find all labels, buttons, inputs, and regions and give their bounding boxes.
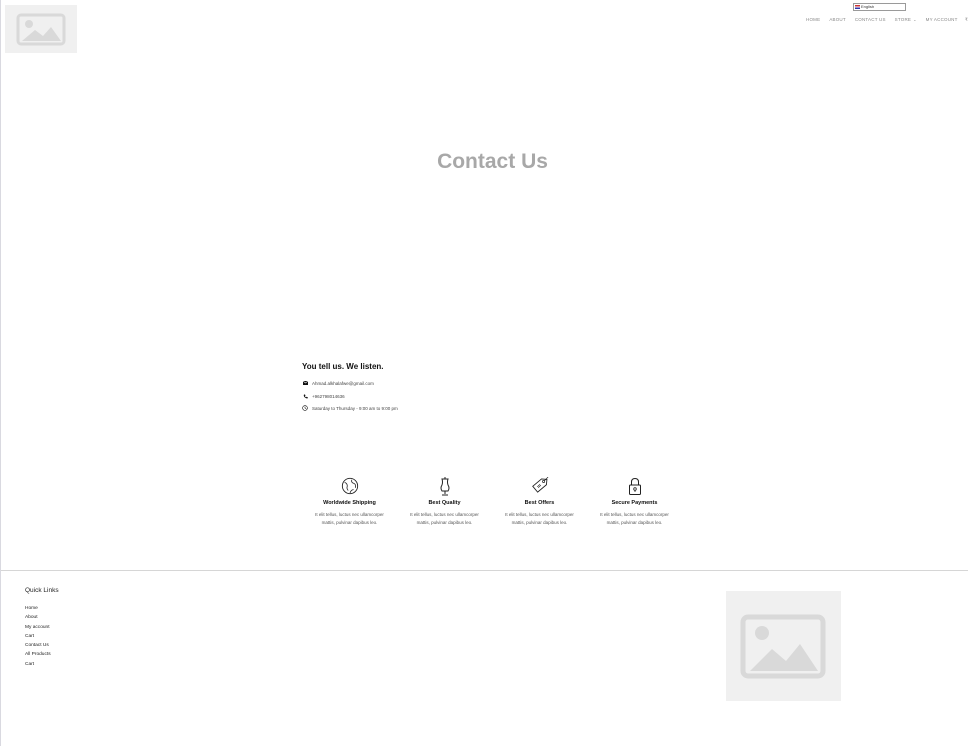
globe-icon bbox=[302, 476, 397, 496]
feature-best-quality: Best Quality It elit tellus, luctus nec … bbox=[397, 476, 492, 527]
feature-description-line: It elit tellus, luctus nec ullamcorper bbox=[410, 512, 479, 517]
footer-link-about[interactable]: About bbox=[25, 613, 51, 622]
nav-about[interactable]: ABOUT bbox=[829, 17, 846, 22]
feature-description-line: mattis, pulvinar dapibus leo. bbox=[321, 520, 378, 525]
contact-hours-row: Saturday to Thursday - 9:00 am to 9:00 p… bbox=[302, 405, 398, 411]
footer-link-all-products[interactable]: All Products bbox=[25, 650, 51, 659]
feature-title: Best Offers bbox=[524, 500, 555, 506]
features-row: Worldwide Shipping It elit tellus, luctu… bbox=[302, 476, 682, 527]
footer-link-my-account[interactable]: My account bbox=[25, 623, 51, 632]
footer-link-cart[interactable]: Cart bbox=[25, 632, 51, 641]
feature-description: It elit tellus, luctus nec ullamcorper m… bbox=[587, 511, 682, 527]
feature-title: Best Quality bbox=[428, 500, 461, 506]
footer-link-contact-us[interactable]: Contact Us bbox=[25, 641, 51, 650]
nav-my-account[interactable]: MY ACCOUNT bbox=[926, 17, 958, 22]
feature-worldwide-shipping: Worldwide Shipping It elit tellus, luctu… bbox=[302, 476, 397, 527]
main-nav: HOME ABOUT CONTACT US STORE ⌄ MY ACCOUNT bbox=[806, 17, 958, 22]
chevron-down-icon: ⌄ bbox=[913, 17, 917, 22]
image-placeholder-icon bbox=[740, 614, 826, 679]
feature-description: It elit tellus, luctus nec ullamcorper m… bbox=[492, 511, 587, 527]
feature-best-offers: Best Offers It elit tellus, luctus nec u… bbox=[492, 476, 587, 527]
padlock-icon bbox=[587, 476, 682, 496]
site-logo[interactable] bbox=[5, 5, 77, 53]
mannequin-icon bbox=[397, 476, 492, 496]
contact-phone[interactable]: +962798014636 bbox=[312, 394, 345, 399]
quick-links-list: Home About My account Cart Contact Us Al… bbox=[25, 604, 51, 669]
nav-store-label: STORE bbox=[894, 17, 912, 22]
feature-description-line: mattis, pulvinar dapibus leo. bbox=[511, 520, 568, 525]
feature-title: Worldwide Shipping bbox=[323, 500, 376, 506]
contact-phone-row: +962798014636 bbox=[302, 393, 345, 399]
page-title: Contact Us bbox=[437, 150, 548, 173]
contact-email-row: Ahmad.alkhalafwe@gmail.com bbox=[302, 380, 374, 386]
feature-description: It elit tellus, luctus nec ullamcorper m… bbox=[302, 511, 397, 527]
feature-description-line: mattis, pulvinar dapibus leo. bbox=[606, 520, 663, 525]
envelope-icon bbox=[302, 380, 308, 386]
feature-description-line: It elit tellus, luctus nec ullamcorper bbox=[505, 512, 574, 517]
footer-link-cart-2[interactable]: Cart bbox=[25, 660, 51, 669]
feature-description: It elit tellus, luctus nec ullamcorper m… bbox=[397, 511, 492, 527]
nav-store[interactable]: STORE ⌄ bbox=[895, 17, 917, 22]
footer-divider bbox=[1, 570, 968, 571]
contact-email[interactable]: Ahmad.alkhalafwe@gmail.com bbox=[312, 381, 374, 386]
contact-heading: You tell us. We listen. bbox=[302, 362, 384, 371]
language-select[interactable]: English bbox=[853, 3, 906, 11]
nav-contact-us[interactable]: CONTACT US bbox=[855, 17, 886, 22]
language-select-value: English bbox=[861, 4, 875, 9]
uk-flag-icon bbox=[855, 5, 860, 9]
contact-hours: Saturday to Thursday - 9:00 am to 9:00 p… bbox=[312, 405, 398, 411]
nav-home[interactable]: HOME bbox=[806, 17, 820, 22]
tag-icon bbox=[492, 476, 587, 496]
nav-overflow-item[interactable]: ₹ bbox=[965, 17, 968, 23]
feature-description-line: It elit tellus, luctus nec ullamcorper bbox=[600, 512, 669, 517]
clock-icon bbox=[302, 405, 308, 411]
feature-secure-payments: Secure Payments It elit tellus, luctus n… bbox=[587, 476, 682, 527]
phone-icon bbox=[302, 393, 308, 399]
footer-link-home[interactable]: Home bbox=[25, 604, 51, 613]
image-placeholder-icon bbox=[16, 13, 66, 46]
footer-image bbox=[726, 591, 841, 701]
footer-heading: Quick Links bbox=[25, 587, 59, 594]
feature-description-line: mattis, pulvinar dapibus leo. bbox=[416, 520, 473, 525]
feature-title: Secure Payments bbox=[611, 500, 658, 506]
feature-description-line: It elit tellus, luctus nec ullamcorper bbox=[315, 512, 384, 517]
page-left-border bbox=[0, 0, 1, 746]
